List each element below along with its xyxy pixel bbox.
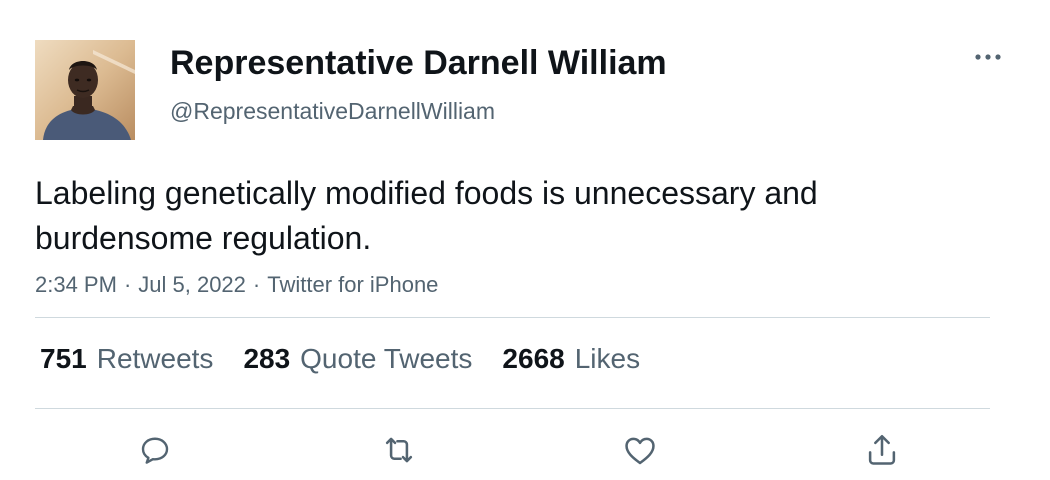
likes-label: Likes	[574, 343, 641, 374]
like-button[interactable]	[618, 428, 662, 472]
likes-stat[interactable]: 2668 Likes	[502, 342, 640, 376]
tweet-text: Labeling genetically modified foods is u…	[35, 175, 818, 256]
divider	[35, 408, 990, 409]
retweet-icon	[385, 437, 413, 463]
reply-icon	[141, 437, 169, 464]
tweet-source[interactable]: Twitter for iPhone	[267, 272, 438, 297]
retweets-stat[interactable]: 751 Retweets	[40, 342, 213, 376]
tweet-meta: 2:34 PM · Jul 5, 2022 · Twitter for iPhone	[35, 271, 438, 299]
share-button[interactable]	[860, 428, 904, 472]
heart-icon	[625, 437, 655, 465]
avatar[interactable]	[35, 40, 135, 140]
more-options-button[interactable]	[968, 44, 1008, 70]
divider	[35, 317, 990, 318]
tweet-time[interactable]: 2:34 PM	[35, 272, 117, 297]
retweets-label: Retweets	[96, 343, 214, 374]
tweet-stats: 751 Retweets 283 Quote Tweets 2668 Likes	[40, 342, 670, 376]
reply-button[interactable]	[133, 428, 177, 472]
more-horizontal-icon	[975, 54, 1001, 60]
retweet-button[interactable]	[377, 428, 421, 472]
share-icon	[868, 434, 896, 465]
likes-count: 2668	[502, 343, 565, 374]
author-display-name[interactable]: Representative Darnell William	[170, 43, 667, 83]
quote-tweets-label: Quote Tweets	[300, 343, 473, 374]
author-handle[interactable]: @RepresentativeDarnellWilliam	[170, 97, 495, 125]
quote-tweets-stat[interactable]: 283 Quote Tweets	[243, 342, 472, 376]
meta-separator: ·	[252, 272, 261, 297]
avatar-image	[35, 40, 135, 140]
meta-separator: ·	[123, 272, 132, 297]
retweets-count: 751	[40, 343, 87, 374]
tweet-date[interactable]: Jul 5, 2022	[138, 272, 246, 297]
quote-tweets-count: 283	[243, 343, 291, 374]
